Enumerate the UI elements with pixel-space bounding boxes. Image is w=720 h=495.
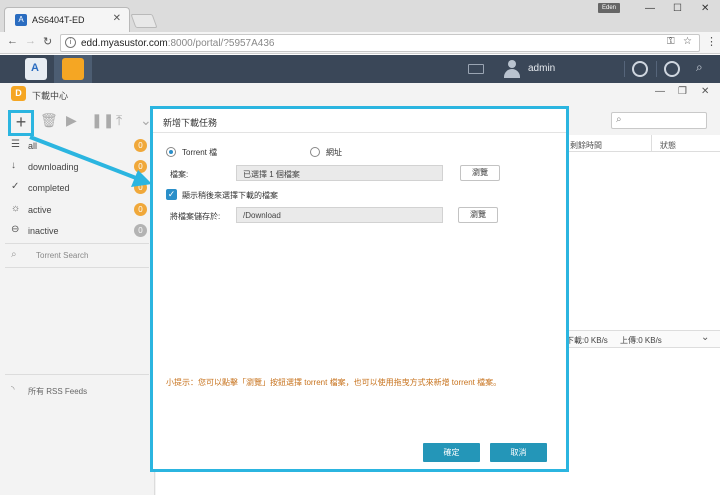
star-icon[interactable]: ☆ bbox=[683, 36, 692, 47]
column-header-remaining[interactable]: 剩餘時間 bbox=[570, 140, 602, 151]
sidebar-item-all[interactable]: ☰ all 0 bbox=[0, 136, 155, 156]
dialog-header: 新增下載任務 bbox=[153, 109, 566, 133]
count-badge: 0 bbox=[134, 160, 147, 173]
url-path: :8000/portal/?5957A436 bbox=[167, 38, 275, 49]
sidebar-item-label: all bbox=[28, 141, 38, 151]
adm-taskbar: admin ⌕ bbox=[0, 55, 720, 83]
browse-folder-button[interactable]: 瀏覽 bbox=[458, 207, 498, 223]
chevron-down-icon[interactable]: ⌄ bbox=[701, 332, 709, 343]
download-center-app-icon[interactable] bbox=[62, 58, 84, 80]
sidebar-item-label: active bbox=[28, 205, 52, 215]
pause-icon[interactable]: ❚❚ bbox=[91, 112, 114, 129]
app-title: 下載中心 bbox=[32, 91, 69, 101]
sidebar-item-label: completed bbox=[28, 183, 70, 193]
new-tab-button[interactable] bbox=[130, 14, 158, 28]
minimize-icon[interactable]: — bbox=[655, 86, 665, 97]
browser-tab-strip: A AS6404T-ED ✕ Eden — ☐ ✕ bbox=[0, 0, 720, 32]
rss-icon: ◝ bbox=[11, 384, 15, 394]
torrent-search-label: Torrent Search bbox=[36, 251, 89, 260]
keyboard-icon[interactable] bbox=[468, 64, 484, 74]
add-task-dialog: 新增下載任務 Torrent 檔 網址 檔案: 已選擇 1 個檔案 瀏覽 ✓ 顯… bbox=[150, 106, 569, 472]
column-divider bbox=[651, 135, 652, 151]
cancel-button[interactable]: 取消 bbox=[490, 443, 547, 462]
minimize-icon[interactable]: — bbox=[645, 3, 655, 14]
forward-arrow-icon[interactable]: → bbox=[25, 35, 36, 47]
tab-title: AS6404T-ED bbox=[32, 15, 85, 25]
app-central-icon[interactable] bbox=[25, 58, 47, 80]
search-input[interactable]: ⌕ bbox=[611, 112, 707, 129]
sidebar-item-completed[interactable]: ✓ completed 0 bbox=[0, 178, 155, 198]
search-icon: ⌕ bbox=[616, 114, 622, 125]
count-badge: 0 bbox=[134, 181, 147, 194]
user-icon[interactable] bbox=[504, 60, 520, 78]
save-location-label: 將檔案儲存於: bbox=[170, 212, 221, 221]
save-location-field[interactable]: /Download bbox=[236, 207, 443, 223]
download-center-logo-icon: D bbox=[11, 86, 26, 101]
back-arrow-icon[interactable]: ← bbox=[7, 35, 18, 47]
add-task-button[interactable]: + bbox=[8, 110, 34, 136]
url-radio-label: 網址 bbox=[326, 148, 342, 157]
url-input[interactable]: i edd.myasustor.com:8000/portal/?5957A43… bbox=[60, 34, 700, 52]
torrent-radio-label: Torrent 檔 bbox=[182, 148, 218, 157]
show-files-checkbox[interactable]: ✓ bbox=[166, 189, 177, 200]
divider bbox=[5, 267, 149, 268]
search-icon[interactable]: ⌕ bbox=[696, 60, 703, 75]
close-icon[interactable]: ✕ bbox=[701, 86, 709, 97]
sidebar-item-label: inactive bbox=[28, 226, 59, 236]
search-icon: ⌕ bbox=[11, 249, 17, 260]
maximize-icon[interactable]: ☐ bbox=[673, 3, 682, 14]
delete-icon[interactable]: 🗑 bbox=[40, 112, 58, 129]
info-icon[interactable]: i bbox=[65, 37, 76, 48]
column-header-status[interactable]: 狀態 bbox=[660, 140, 676, 151]
arrow-down-icon: ↓ bbox=[11, 160, 16, 171]
show-files-checkbox-label: 顯示稍後來選擇下載的檔案 bbox=[182, 191, 278, 200]
count-badge: 0 bbox=[134, 139, 147, 152]
sidebar-item-label: downloading bbox=[28, 162, 79, 172]
play-icon[interactable]: ▶ bbox=[66, 112, 77, 129]
url-text: edd.myasustor.com:8000/portal/?5957A436 bbox=[81, 38, 274, 49]
browser-tab[interactable]: A AS6404T-ED ✕ bbox=[4, 7, 130, 32]
close-icon[interactable]: ✕ bbox=[113, 13, 121, 24]
dialog-title: 新增下載任務 bbox=[163, 118, 218, 128]
key-icon[interactable]: ⚿ bbox=[667, 36, 675, 47]
torrent-search-item[interactable]: ⌕ Torrent Search bbox=[0, 246, 155, 266]
address-bar: ← → ↻ i edd.myasustor.com:8000/portal/?5… bbox=[0, 32, 720, 54]
restore-icon[interactable]: ❐ bbox=[678, 86, 687, 97]
file-field: 已選擇 1 個檔案 bbox=[236, 165, 443, 181]
sidebar-item-inactive[interactable]: ⊖ inactive 0 bbox=[0, 221, 155, 241]
asustor-favicon-icon: A bbox=[15, 14, 27, 26]
separator bbox=[624, 61, 625, 77]
hint-text: 小提示：您可以點擊「瀏覽」按鈕選擇 torrent 檔案，也可以使用拖曳方式來新… bbox=[166, 378, 502, 387]
separator bbox=[656, 61, 657, 77]
url-host: edd.myasustor.com bbox=[81, 38, 168, 49]
rss-feeds-item[interactable]: ◝ 所有 RSS Feeds bbox=[0, 381, 155, 401]
checkmark-icon: ✓ bbox=[11, 181, 20, 192]
count-badge: 0 bbox=[134, 203, 147, 216]
sidebar: ☰ all 0 ↓ downloading 0 ✓ completed 0 ☼ … bbox=[0, 136, 155, 495]
dashboard-icon[interactable] bbox=[664, 61, 680, 77]
upload-speed: 上傳:0 KB/s bbox=[620, 336, 662, 345]
file-label: 檔案: bbox=[170, 170, 189, 179]
divider bbox=[5, 243, 149, 244]
reload-icon[interactable]: ↻ bbox=[43, 35, 52, 48]
browse-file-button[interactable]: 瀏覽 bbox=[460, 165, 500, 181]
close-window-icon[interactable]: ✕ bbox=[701, 3, 709, 14]
sun-icon: ☼ bbox=[11, 203, 21, 214]
download-speed: 下載:0 KB/s bbox=[566, 336, 608, 345]
url-radio[interactable] bbox=[310, 147, 320, 157]
divider bbox=[5, 374, 149, 375]
notification-icon[interactable] bbox=[632, 61, 648, 77]
sidebar-item-active[interactable]: ☼ active 0 bbox=[0, 200, 155, 220]
username[interactable]: admin bbox=[528, 63, 555, 74]
profile-badge[interactable]: Eden bbox=[598, 3, 621, 13]
menu-dots-icon[interactable]: ⋮ bbox=[706, 35, 717, 48]
rss-feeds-label: 所有 RSS Feeds bbox=[28, 387, 88, 396]
sidebar-item-downloading[interactable]: ↓ downloading 0 bbox=[0, 157, 155, 177]
move-top-icon[interactable]: ⤒ bbox=[116, 112, 122, 129]
list-icon: ☰ bbox=[11, 139, 20, 150]
count-badge: 0 bbox=[134, 224, 147, 237]
ok-button[interactable]: 確定 bbox=[423, 443, 480, 462]
torrent-radio[interactable] bbox=[166, 147, 176, 157]
minus-circle-icon: ⊖ bbox=[11, 224, 20, 235]
